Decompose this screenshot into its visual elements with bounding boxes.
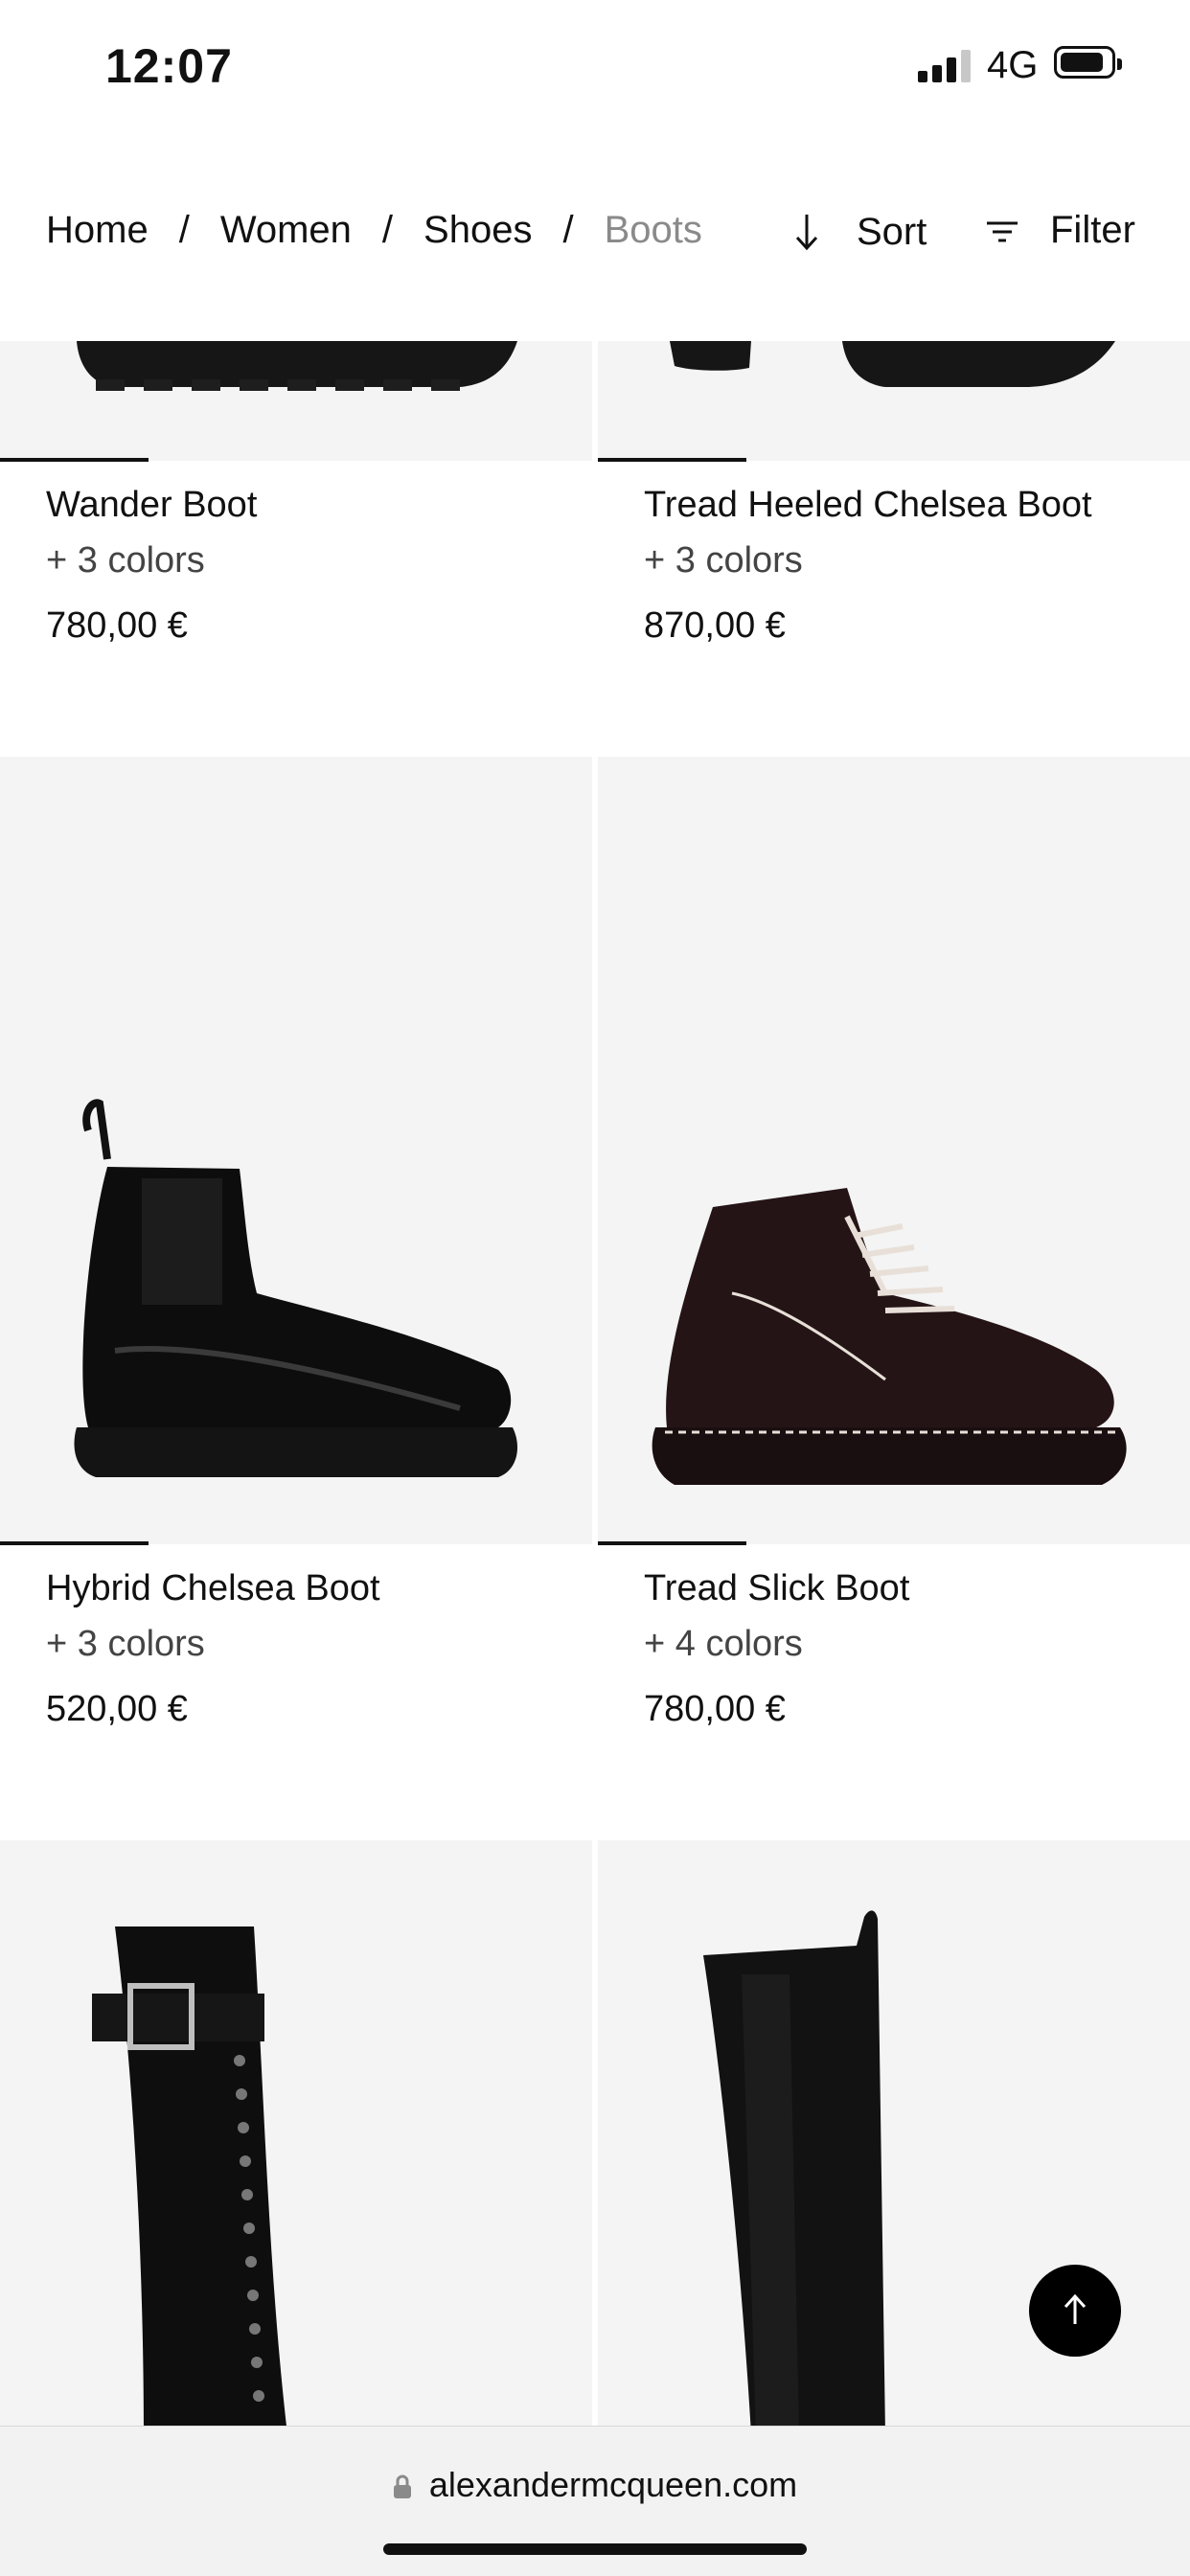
product-info[interactable]: Tread Heeled Chelsea Boot + 3 colors 870… bbox=[644, 483, 1092, 648]
product-price: 870,00 € bbox=[644, 605, 786, 646]
product-image-tread-slick-boot[interactable] bbox=[598, 757, 1190, 1544]
product-image-lace-up-tall-boot[interactable] bbox=[0, 1840, 592, 2434]
product-image-hybrid-chelsea-boot[interactable] bbox=[0, 757, 592, 1544]
image-carousel-progress bbox=[0, 458, 149, 462]
network-type: 4G bbox=[987, 44, 1039, 86]
home-indicator bbox=[383, 2543, 807, 2555]
product-info[interactable]: Tread Slick Boot + 4 colors 780,00 € bbox=[644, 1566, 909, 1731]
address-bar[interactable]: alexandermcqueen.com bbox=[0, 2465, 1190, 2505]
battery-icon bbox=[1054, 46, 1122, 79]
product-info[interactable]: Wander Boot + 3 colors 780,00 € bbox=[46, 483, 257, 648]
back-to-top-button[interactable] bbox=[1029, 2265, 1121, 2357]
product-colors: + 3 colors bbox=[46, 1624, 205, 1664]
breadcrumb-women[interactable]: Women bbox=[220, 209, 352, 252]
image-carousel-progress bbox=[598, 458, 746, 462]
product-name[interactable]: Tread Heeled Chelsea Boot bbox=[644, 483, 1092, 527]
product-colors: + 3 colors bbox=[46, 540, 205, 581]
breadcrumb-separator: / bbox=[178, 209, 190, 251]
product-colors: + 4 colors bbox=[644, 1624, 803, 1664]
product-name[interactable]: Wander Boot bbox=[46, 483, 257, 527]
sort-label: Sort bbox=[857, 210, 927, 253]
product-price: 780,00 € bbox=[46, 605, 188, 646]
status-bar: 12:07 4G bbox=[0, 0, 1190, 134]
lock-icon bbox=[393, 2474, 411, 2498]
url-text: alexandermcqueen.com bbox=[428, 2465, 798, 2504]
breadcrumb-shoes[interactable]: Shoes bbox=[423, 209, 532, 252]
arrow-up-icon bbox=[1064, 2293, 1087, 2324]
breadcrumb-home[interactable]: Home bbox=[46, 209, 149, 252]
product-info[interactable]: Hybrid Chelsea Boot + 3 colors 520,00 € bbox=[46, 1566, 380, 1731]
image-carousel-progress bbox=[0, 1541, 149, 1545]
product-colors: + 3 colors bbox=[644, 540, 803, 581]
browser-bottom-bar: alexandermcqueen.com bbox=[0, 2426, 1190, 2576]
sort-button[interactable]: Sort bbox=[788, 209, 927, 255]
product-price: 520,00 € bbox=[46, 1689, 188, 1729]
breadcrumb: Home / Women / Shoes / Boots bbox=[46, 209, 702, 252]
product-image-tread-heeled-chelsea-boot[interactable] bbox=[598, 341, 1190, 461]
filter-button[interactable]: Filter bbox=[983, 209, 1135, 252]
breadcrumb-separator: / bbox=[381, 209, 394, 251]
image-carousel-progress bbox=[598, 1541, 746, 1545]
arrow-down-icon bbox=[795, 215, 818, 251]
filter-label: Filter bbox=[1050, 209, 1135, 251]
product-image-wander-boot[interactable] bbox=[0, 341, 592, 461]
breadcrumb-separator: / bbox=[562, 209, 574, 251]
breadcrumb-current-boots: Boots bbox=[604, 209, 702, 251]
product-price: 780,00 € bbox=[644, 1689, 786, 1729]
cellular-signal-icon bbox=[918, 50, 972, 82]
status-time: 12:07 bbox=[105, 39, 233, 93]
filter-icon bbox=[987, 221, 1018, 241]
product-name[interactable]: Tread Slick Boot bbox=[644, 1566, 909, 1610]
product-name[interactable]: Hybrid Chelsea Boot bbox=[46, 1566, 380, 1610]
listing-header: Home / Women / Shoes / Boots Sort Filter bbox=[0, 134, 1190, 341]
